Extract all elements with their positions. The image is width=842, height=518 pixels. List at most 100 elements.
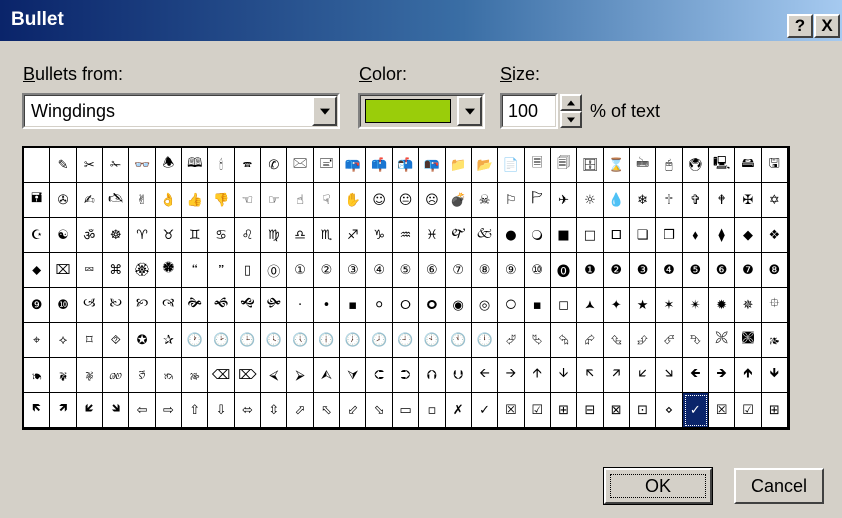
bullet-cell[interactable]: 🙣 xyxy=(155,288,183,323)
bullet-cell[interactable]: 😐 xyxy=(392,183,420,218)
bullet-cell[interactable]: ✍ xyxy=(76,183,104,218)
bullet-cell[interactable]: ✆ xyxy=(261,148,288,183)
bullet-cell[interactable]: 🕘 xyxy=(392,323,420,358)
bullet-cell[interactable]: ⇳ xyxy=(261,393,288,428)
bullet-cell[interactable]: 🙷 xyxy=(208,253,235,288)
size-input[interactable]: 100 xyxy=(500,93,558,129)
bullet-cell[interactable]: ◻ xyxy=(550,288,578,323)
bullet-cell[interactable]: • xyxy=(313,288,341,323)
bullet-cell[interactable]: 🗐 xyxy=(550,148,578,183)
bullet-cell[interactable]: 🖎 xyxy=(103,183,130,218)
bullet-cell[interactable]: ⇧ xyxy=(182,393,209,428)
bullet-cell[interactable]: ✇ xyxy=(50,183,77,218)
bullet-cell[interactable]: ⑧ xyxy=(471,253,499,288)
bullet-cell[interactable]: ⬥ xyxy=(24,253,51,288)
bullet-cell[interactable]: 🖲 xyxy=(682,148,709,183)
bullet-cell[interactable]: ♌ xyxy=(234,218,262,253)
bullet-cell[interactable]: 🞅 xyxy=(498,288,525,323)
bullet-cell[interactable]: ✪ xyxy=(129,323,156,358)
bullet-cell[interactable]: ✹ xyxy=(708,288,736,323)
bullet-cell[interactable]: 🙟 xyxy=(261,288,288,323)
bullet-cell[interactable]: 🞈 xyxy=(419,288,446,323)
bullet-cell[interactable]: 🙖 xyxy=(76,358,104,393)
bullet-cell[interactable]: 🕐 xyxy=(182,323,209,358)
bullet-cell[interactable] xyxy=(24,148,51,183)
bullet-cell[interactable]: ✡ xyxy=(761,183,788,218)
bullet-cell[interactable]: 🙵 xyxy=(471,218,499,253)
bullet-cell[interactable]: 🖰 xyxy=(656,148,683,183)
bullet-cell[interactable]: ⓿ xyxy=(550,253,578,288)
bullet-cell[interactable]: 🖴 xyxy=(735,148,762,183)
bullet-cell[interactable]: ⮱ xyxy=(524,323,551,358)
bullet-cell[interactable]: ⌫ xyxy=(208,358,235,393)
bullet-cell[interactable]: 🖬 xyxy=(24,183,51,218)
bullet-cell[interactable]: ⇩ xyxy=(208,393,235,428)
bullet-cell[interactable]: ☼ xyxy=(577,183,604,218)
bullet-cell[interactable]: ⑩ xyxy=(524,253,551,288)
bullet-cell[interactable]: ④ xyxy=(366,253,393,288)
bullet-cell[interactable]: ✓ xyxy=(682,393,709,428)
bullet-cell[interactable]: ☝ xyxy=(287,183,314,218)
bullet-cell[interactable]: ⮹ xyxy=(76,253,104,288)
bullet-cell[interactable]: ☞ xyxy=(261,183,288,218)
bullet-cell[interactable]: ★ xyxy=(629,288,657,323)
bullet-cell[interactable]: 🙫 xyxy=(735,323,762,358)
bullet-cell[interactable]: 👌 xyxy=(155,183,183,218)
bullet-cell[interactable]: ✁ xyxy=(103,148,130,183)
bullet-cell[interactable]: ❖ xyxy=(761,218,788,253)
bullet-cell[interactable]: 🕮 xyxy=(182,148,209,183)
bullet-cell[interactable]: 🕈 xyxy=(708,183,736,218)
bullet-cell[interactable]: 🕛 xyxy=(471,323,499,358)
bullet-cell[interactable]: ✴ xyxy=(682,288,709,323)
bullet-cell[interactable]: ♉ xyxy=(155,218,183,253)
bullet-cell[interactable]: ♓ xyxy=(419,218,446,253)
bullet-cell[interactable]: 🕔 xyxy=(287,323,314,358)
bullet-cell[interactable]: 🙞 xyxy=(182,288,209,323)
bullet-cell[interactable]: ✌ xyxy=(129,183,156,218)
bullet-cell[interactable]: ❽ xyxy=(761,253,788,288)
bullet-cell[interactable]: 👍 xyxy=(182,183,209,218)
bullet-cell[interactable]: ⌑ xyxy=(76,323,104,358)
bullet-cell[interactable]: ✓ xyxy=(471,393,499,428)
ok-button[interactable]: OK xyxy=(603,467,713,505)
bullet-character-grid[interactable]: ✎ ✂ ✁ 👓 🕭 🕮 🕯 🕿 ✆ 🖂 🖃 📪 📫 📬 📭 📁 📂 📄 🗏 🗐 🗄 ⌛ 🖮 🖰 🖲 🖳 🖴 🖫 🖬 ✇ ✍ 🖎 ✌ 👌 👍 👎 ☜ ☞ ☝ ☟… xyxy=(22,146,790,430)
close-button[interactable]: X xyxy=(814,14,840,38)
bullet-cell[interactable]: 🙒 xyxy=(155,358,183,393)
bullet-cell[interactable]: 🡾 xyxy=(103,393,130,428)
bullet-cell[interactable]: 🗏 xyxy=(524,148,551,183)
color-dropdown-button[interactable] xyxy=(457,96,482,126)
bullet-cell[interactable]: 🡽 xyxy=(50,393,77,428)
bullet-cell[interactable]: 📄 xyxy=(498,148,525,183)
bullet-cell[interactable]: ☹ xyxy=(419,183,446,218)
bullet-cell[interactable]: 🡸 xyxy=(682,358,709,393)
bullet-cell[interactable]: 🡻 xyxy=(761,358,788,393)
bullet-cell[interactable]: 📭 xyxy=(419,148,446,183)
bullet-cell[interactable]: ♑ xyxy=(366,218,393,253)
bullet-cell[interactable]: ⟡ xyxy=(50,323,77,358)
bullet-cell[interactable]: ⊡ xyxy=(629,393,657,428)
bullet-cell[interactable]: ☠ xyxy=(471,183,499,218)
bullet-cell[interactable]: ✋ xyxy=(340,183,367,218)
bullet-cell[interactable]: 🕒 xyxy=(234,323,262,358)
bullet-cell[interactable]: 🖮 xyxy=(629,148,657,183)
bullet-cell[interactable]: ☪ xyxy=(24,218,51,253)
bullet-cell[interactable]: 🞐 xyxy=(603,218,630,253)
bullet-cell[interactable]: ❾ xyxy=(24,288,51,323)
size-down-button[interactable] xyxy=(560,111,582,128)
bullet-cell[interactable]: 🕑 xyxy=(208,323,235,358)
bullet-cell[interactable]: ⮘ xyxy=(261,358,288,393)
bullet-cell[interactable]: 💧 xyxy=(603,183,630,218)
bullet-cell[interactable]: ✵ xyxy=(735,288,762,323)
bullet-cell[interactable]: ⑨ xyxy=(498,253,525,288)
bullet-cell[interactable]: ⌦ xyxy=(234,358,262,393)
bullet-cell[interactable]: ⮶ xyxy=(656,323,683,358)
bullet-cell[interactable]: ◎ xyxy=(471,288,499,323)
bullet-cell[interactable]: ⮛ xyxy=(340,358,367,393)
bullet-cell[interactable]: 🕆 xyxy=(656,183,683,218)
bullet-cell[interactable]: 🗄 xyxy=(577,148,604,183)
bullet-cell[interactable]: ⧫ xyxy=(708,218,736,253)
bullet-cell[interactable]: 🙪 xyxy=(708,323,736,358)
bullet-cell[interactable]: ◉ xyxy=(445,288,472,323)
bullet-cell[interactable]: ⚪ xyxy=(366,288,393,323)
bullet-cell[interactable]: 🡬 xyxy=(577,358,604,393)
